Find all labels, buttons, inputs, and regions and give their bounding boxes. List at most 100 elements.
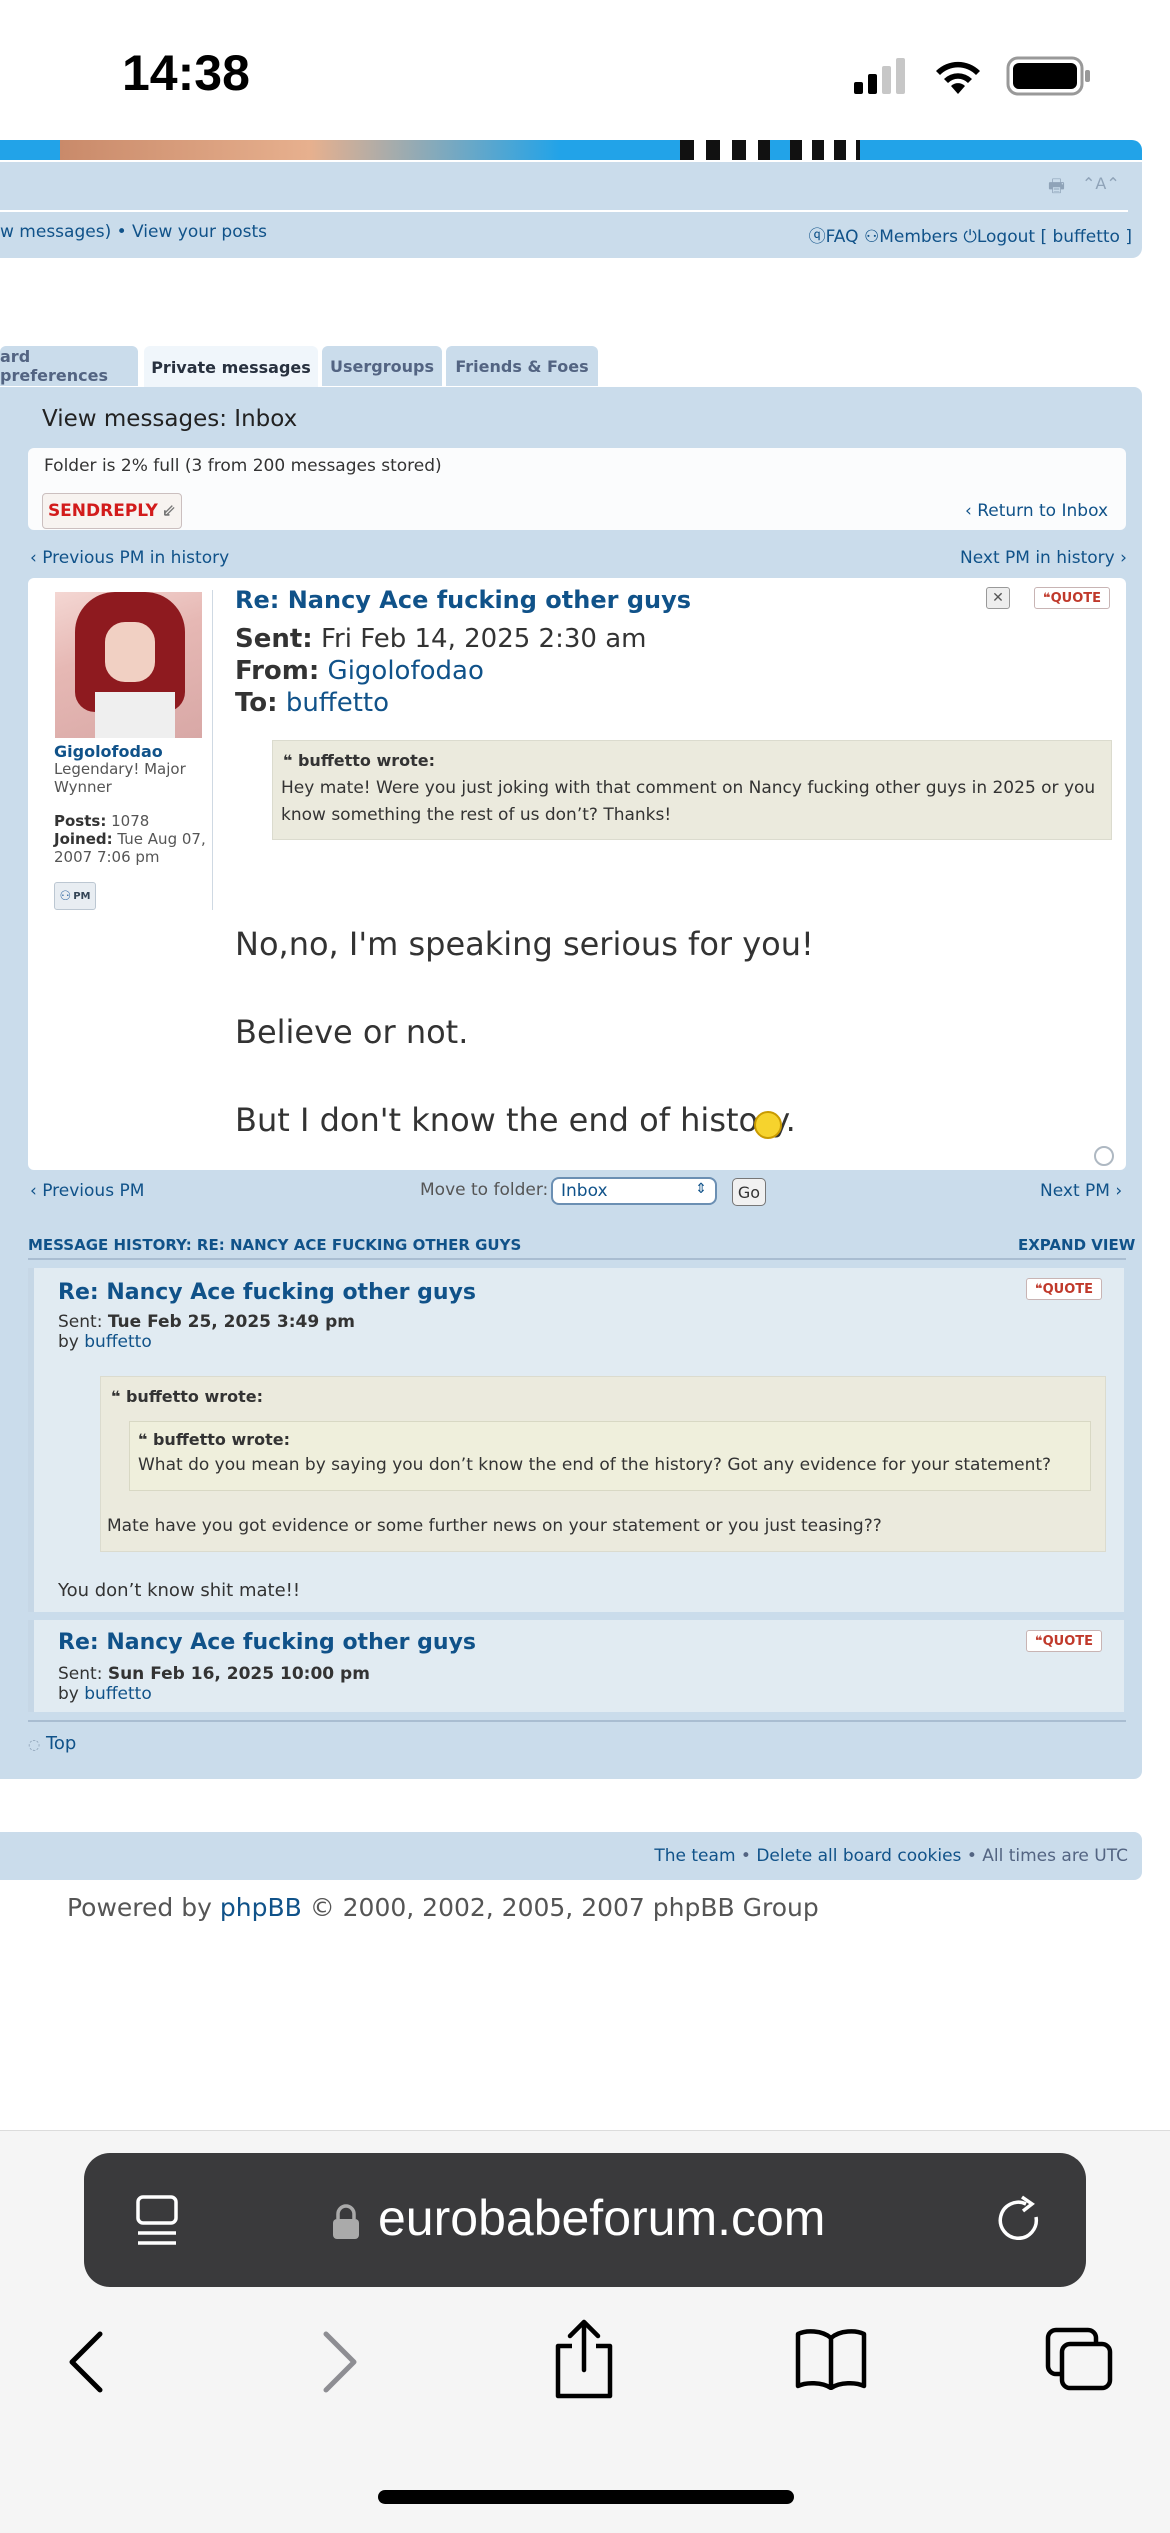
share-icon[interactable] xyxy=(552,2318,616,2402)
status-time: 14:38 xyxy=(122,45,250,101)
divider xyxy=(28,1720,1126,1722)
tab-friends-foes[interactable]: Friends & Foes xyxy=(446,346,598,386)
send-reply-button[interactable]: SENDREPLY ⇙ xyxy=(42,493,182,529)
phpbb-link[interactable]: phpBB xyxy=(220,1893,302,1922)
members-icon: ⚇ xyxy=(863,227,880,247)
message-body-line: No,no, I'm speaking serious for you! xyxy=(235,925,814,963)
wifi-icon xyxy=(936,61,980,94)
tab-usergroups[interactable]: Usergroups xyxy=(322,346,442,386)
font-size-icon[interactable]: ⌃A⌃ xyxy=(1082,174,1120,193)
header-nav: ⓠFAQ ⚇Members ⏻Logout [ buffetto ] xyxy=(809,222,1132,247)
quote-mark-icon: ❝ xyxy=(111,1387,126,1406)
author-joined: Joined: Tue Aug 07, 2007 7:06 pm xyxy=(54,830,206,866)
nested-quote-text: What do you mean by saying you don’t kno… xyxy=(138,1455,1052,1475)
page-title: View messages: Inbox xyxy=(42,406,298,432)
expand-view-link[interactable]: EXPAND VIEW xyxy=(1018,1236,1135,1254)
message-sent: Sent: Fri Feb 14, 2025 2:30 am xyxy=(235,624,647,654)
message-body-line: But I don't know the end of history. xyxy=(235,1101,796,1139)
tabs-icon[interactable] xyxy=(1044,2326,1114,2392)
quote-text: Hey mate! Were you just joking with that… xyxy=(281,778,1096,825)
faq-icon: ⓠ xyxy=(808,227,826,247)
back-icon[interactable] xyxy=(66,2330,106,2394)
lock-icon xyxy=(333,2204,359,2239)
members-link[interactable]: ⚇Members xyxy=(864,227,958,247)
next-pm-link[interactable]: Next PM › xyxy=(1040,1181,1122,1201)
reply-arrow-icon: ⇙ xyxy=(161,501,177,521)
home-indicator[interactable] xyxy=(378,2490,794,2504)
message-to: To: buffetto xyxy=(235,688,389,718)
status-bar: 14:38 xyxy=(0,0,1170,140)
back-to-top-icon[interactable] xyxy=(1094,1146,1114,1166)
history-sent: Sent: Sun Feb 16, 2025 10:00 pm xyxy=(58,1664,370,1684)
nested-quote: ❝ buffetto wrote: What do you mean by sa… xyxy=(129,1421,1091,1491)
history-item: Re: Nancy Ace fucking other guys ❝ QUOTE … xyxy=(28,1268,1124,1612)
message-history-heading: MESSAGE HISTORY: RE: NANCY ACE FUCKING O… xyxy=(28,1236,522,1254)
pm-button[interactable]: ⚇ PM xyxy=(54,882,96,910)
quote-button[interactable]: ❝ QUOTE xyxy=(1034,587,1110,609)
history-quote: ❝ buffetto wrote: ❝ buffetto wrote: What… xyxy=(100,1376,1106,1552)
divider xyxy=(28,1258,1126,1260)
message-quote: ❝ buffetto wrote: Hey mate! Were you jus… xyxy=(272,740,1112,840)
delete-message-button[interactable]: ✕ xyxy=(986,587,1010,609)
chevron-left-icon: ‹ xyxy=(965,501,978,521)
folder-select[interactable]: Inbox ⇕ xyxy=(551,1177,717,1205)
history-subject[interactable]: Re: Nancy Ace fucking other guys xyxy=(58,1630,476,1655)
history-sent: Sent: Tue Feb 25, 2025 3:49 pm xyxy=(58,1312,356,1332)
message-from: From: Gigolofodao xyxy=(235,656,484,686)
delete-cookies-link[interactable]: Delete all board cookies xyxy=(756,1846,961,1866)
view-posts-link[interactable]: w messages) • View your posts xyxy=(0,222,267,242)
footer-links: The team • Delete all board cookies • Al… xyxy=(654,1846,1128,1866)
tab-private-messages[interactable]: Private messages xyxy=(144,346,318,388)
chevron-left-icon: ‹ xyxy=(30,548,43,568)
message-body-line: Believe or not. xyxy=(235,1013,469,1051)
author-posts: Posts: 1078 xyxy=(54,812,150,830)
battery-icon xyxy=(1006,56,1090,96)
bookmarks-icon[interactable] xyxy=(794,2328,868,2390)
url-text[interactable]: eurobabeforum.com xyxy=(378,2189,825,2247)
quote-mark-icon: ❝ xyxy=(138,1430,153,1449)
history-subject[interactable]: Re: Nancy Ace fucking other guys xyxy=(58,1280,476,1305)
chevron-right-icon: › xyxy=(1114,548,1127,568)
quote-icon: ❝ xyxy=(1034,1281,1043,1297)
timezone-text: All times are UTC xyxy=(982,1846,1128,1866)
chevron-updown-icon: ⇕ xyxy=(695,1181,707,1197)
chevron-left-icon: ‹ xyxy=(30,1181,43,1201)
up-arrow-icon: ◌ xyxy=(28,1737,41,1753)
chevron-right-icon: › xyxy=(1109,1181,1123,1201)
quote-button[interactable]: ❝ QUOTE xyxy=(1026,1278,1102,1300)
forum-banner-image xyxy=(0,140,1142,160)
forward-icon[interactable] xyxy=(320,2330,360,2394)
quote-icon: ❝ xyxy=(1042,590,1051,606)
logout-link[interactable]: ⏻Logout [ buffetto ] xyxy=(963,227,1132,247)
power-icon: ⏻ xyxy=(963,227,977,247)
quote-text: Mate have you got evidence or some furth… xyxy=(107,1516,882,1536)
move-folder-label: Move to folder: xyxy=(420,1180,549,1200)
quote-author: ❝ buffetto wrote: xyxy=(283,751,436,770)
quote-button[interactable]: ❝ QUOTE xyxy=(1026,1630,1102,1652)
author-rank: Legendary! Major Wynner xyxy=(54,760,186,796)
smiley-icon xyxy=(754,1111,782,1139)
quote-mark-icon: ❝ xyxy=(283,751,298,770)
avatar[interactable] xyxy=(55,592,202,738)
quote-icon: ❝ xyxy=(1034,1633,1043,1649)
top-link[interactable]: ◌ Top xyxy=(28,1733,76,1754)
user-icon: ⚇ xyxy=(59,888,72,904)
reload-icon[interactable] xyxy=(994,2195,1046,2247)
tab-board-preferences[interactable]: ard preferences xyxy=(0,346,138,386)
go-button[interactable]: Go xyxy=(732,1178,766,1206)
next-pm-history-link[interactable]: Next PM in history › xyxy=(960,548,1127,568)
folder-status: Folder is 2% full (3 from 200 messages s… xyxy=(44,456,442,476)
history-body: You don’t know shit mate!! xyxy=(58,1580,301,1601)
return-to-inbox-link[interactable]: ‹ Return to Inbox xyxy=(965,501,1108,521)
author-username[interactable]: Gigolofodao xyxy=(54,742,163,761)
previous-pm-link[interactable]: ‹ Previous PM xyxy=(30,1181,144,1201)
tab-overview-icon[interactable] xyxy=(134,2193,180,2249)
message-subject[interactable]: Re: Nancy Ace fucking other guys xyxy=(235,586,691,614)
print-icon[interactable]: 🖶 xyxy=(1048,174,1065,204)
history-author: by buffetto xyxy=(58,1332,152,1352)
cellular-signal-icon xyxy=(854,58,905,94)
previous-pm-history-link[interactable]: ‹ Previous PM in history xyxy=(30,548,229,568)
powered-by: Powered by phpBB © 2000, 2002, 2005, 200… xyxy=(67,1893,819,1922)
team-link[interactable]: The team xyxy=(654,1846,735,1866)
faq-link[interactable]: ⓠFAQ xyxy=(809,227,859,247)
